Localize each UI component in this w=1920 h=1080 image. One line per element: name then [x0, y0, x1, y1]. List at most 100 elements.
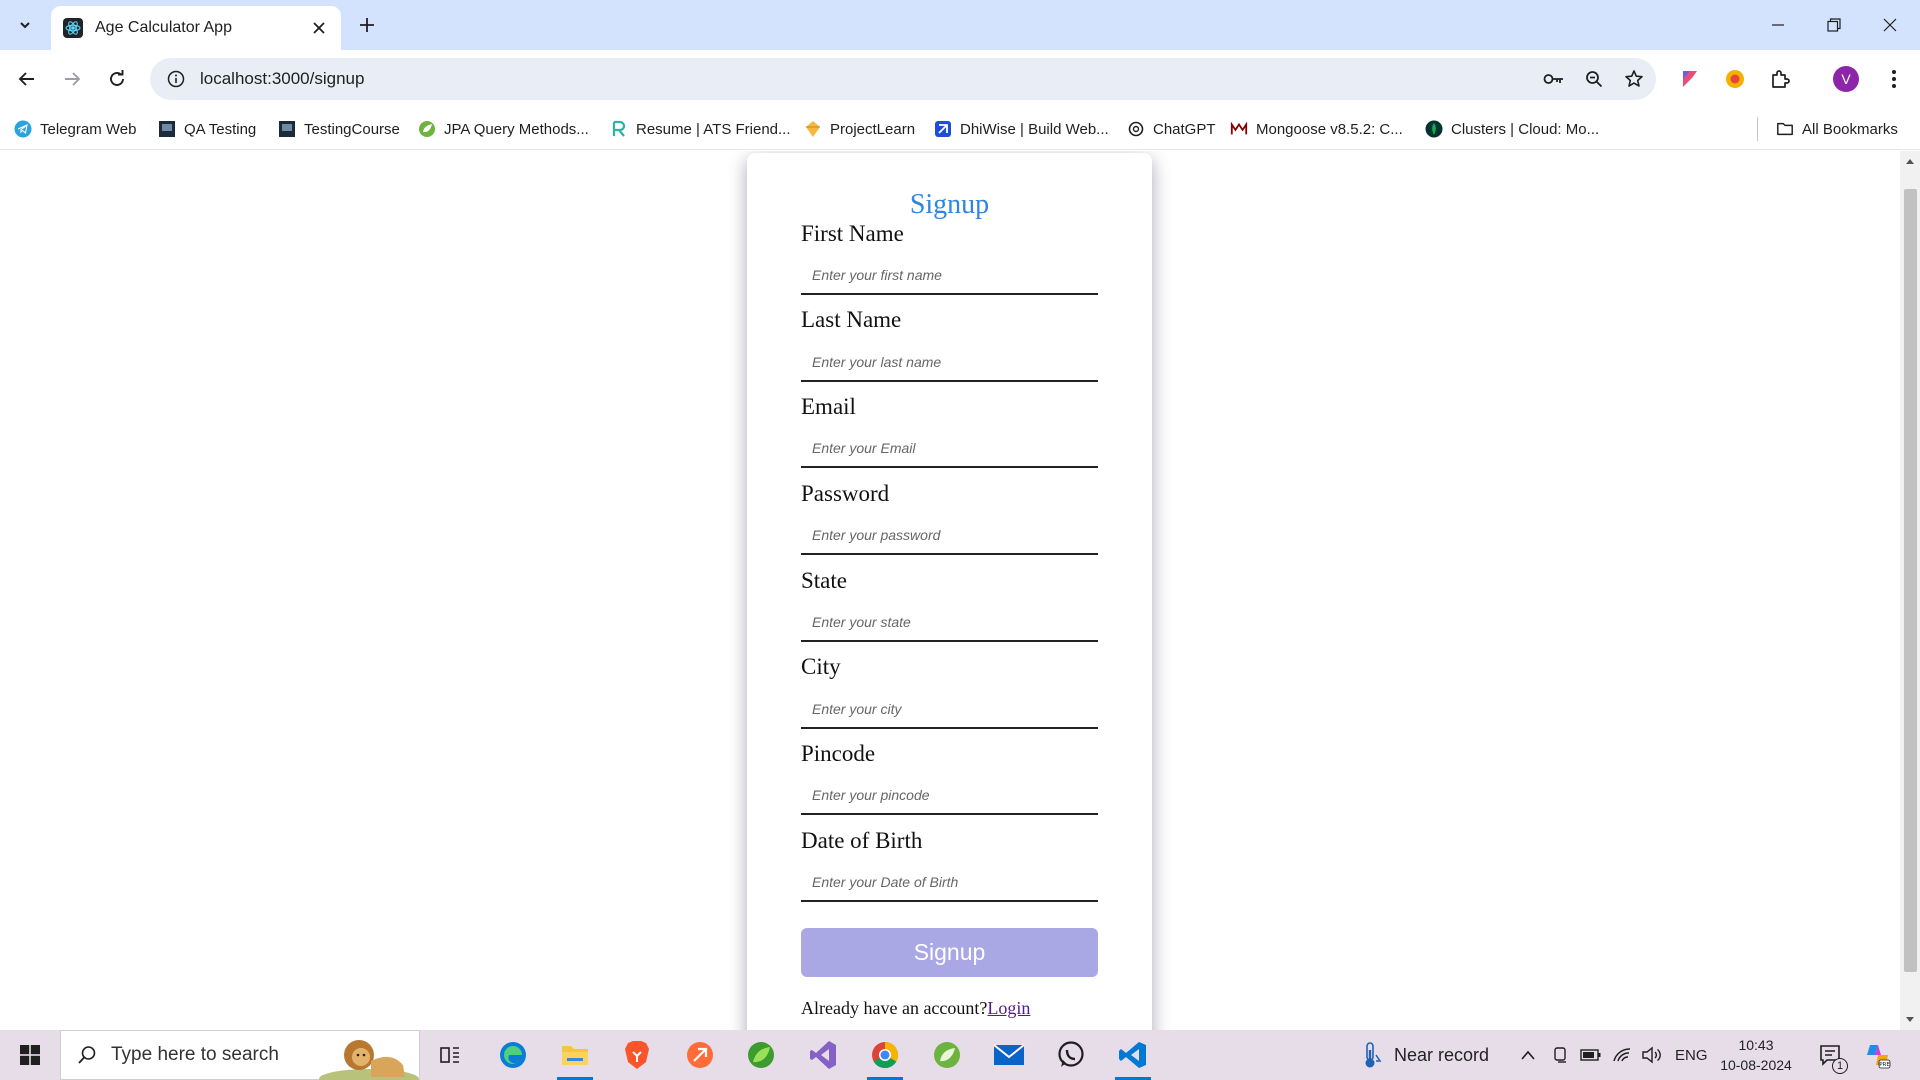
svg-text:PRE: PRE [1879, 1062, 1890, 1068]
last-name-input[interactable] [801, 344, 1098, 382]
bookmarks-bar: Telegram Web QA Testing TestingCourse JP… [0, 108, 1920, 150]
system-clock[interactable]: 10:43 10-08-2024 [1706, 1035, 1806, 1075]
password-label: Password [801, 481, 890, 506]
taskbar-brave[interactable] [607, 1030, 667, 1080]
minimize-button[interactable] [1750, 0, 1806, 50]
bookmark-clusters[interactable]: Clusters | Cloud: Mo... [1425, 114, 1599, 144]
start-button[interactable] [0, 1030, 60, 1080]
close-icon [1883, 18, 1897, 32]
bookmark-resume[interactable]: Resume | ATS Friend... [610, 114, 791, 144]
taskbar-chrome[interactable] [855, 1030, 915, 1080]
dhiwise-icon [934, 120, 952, 138]
bookmark-dhiwise[interactable]: DhiWise | Build Web... [934, 114, 1109, 144]
extension-flag-icon[interactable] [1672, 61, 1708, 97]
clock-date: 10-08-2024 [1720, 1057, 1792, 1073]
tab-strip: Age Calculator App [0, 0, 1920, 50]
taskbar-search[interactable]: Type here to search [60, 1030, 420, 1080]
back-button[interactable] [9, 61, 45, 97]
scroll-down-arrow[interactable] [1900, 1010, 1920, 1030]
url-text[interactable]: localhost:3000/signup [200, 69, 1536, 89]
telegram-icon [14, 120, 32, 138]
meet-icon-button[interactable] [1552, 1030, 1570, 1080]
scroll-up-arrow[interactable] [1900, 151, 1920, 171]
scrollbar-thumb[interactable] [1904, 189, 1917, 972]
bookmark-mongoose[interactable]: Mongoose v8.5.2: C... [1230, 114, 1403, 144]
taskbar-file-explorer[interactable] [545, 1030, 605, 1080]
taskbar-leaf-app[interactable] [731, 1030, 791, 1080]
restore-icon [1827, 18, 1841, 32]
folder-icon [562, 1046, 588, 1065]
more-vertical-icon [1892, 70, 1896, 88]
network-button[interactable] [1612, 1030, 1632, 1080]
email-input[interactable] [801, 430, 1098, 468]
all-bookmarks-label: All Bookmarks [1802, 120, 1898, 138]
state-label: State [801, 568, 847, 593]
taskbar-edge[interactable] [483, 1030, 543, 1080]
browser-menu-button[interactable] [1876, 61, 1912, 97]
password-key-icon[interactable] [1536, 61, 1572, 97]
state-input[interactable] [801, 604, 1098, 642]
all-bookmarks-button[interactable]: All Bookmarks [1776, 114, 1898, 144]
task-view-button[interactable] [420, 1030, 480, 1080]
pincode-input[interactable] [801, 777, 1098, 815]
bookmark-projectlearn[interactable]: ProjectLearn [804, 114, 915, 144]
volume-button[interactable] [1641, 1030, 1663, 1080]
tab-active[interactable]: Age Calculator App [51, 6, 341, 50]
address-bar[interactable]: localhost:3000/signup [150, 58, 1656, 100]
reload-button[interactable] [99, 61, 135, 97]
extensions-puzzle-icon[interactable] [1762, 61, 1798, 97]
city-input[interactable] [801, 691, 1098, 729]
restore-button[interactable] [1806, 0, 1862, 50]
mongoose-icon [1230, 120, 1248, 138]
battery-button[interactable] [1580, 1030, 1602, 1080]
taskbar-visual-studio[interactable] [793, 1030, 853, 1080]
copilot-button[interactable]: PRE [1864, 1030, 1892, 1080]
weather-widget[interactable]: Near record [1358, 1030, 1489, 1080]
bookmark-label: ChatGPT [1153, 120, 1216, 138]
taskbar-spring-tool[interactable] [917, 1030, 977, 1080]
bookmark-label: Clusters | Cloud: Mo... [1451, 120, 1600, 138]
bookmark-qa-testing[interactable]: QA Testing [158, 114, 256, 144]
mongodb-icon [1425, 120, 1443, 138]
email-label: Email [801, 394, 856, 419]
search-icon [78, 1046, 96, 1064]
new-tab-button[interactable] [353, 11, 381, 39]
zoom-icon[interactable] [1576, 61, 1612, 97]
signup-button[interactable]: Signup [801, 928, 1098, 977]
windows-logo-icon [20, 1045, 40, 1065]
bookmark-telegram[interactable]: Telegram Web [14, 114, 136, 144]
show-hidden-icons-button[interactable] [1520, 1030, 1536, 1080]
spring-icon [934, 1042, 960, 1068]
bookmark-jpa-query[interactable]: JPA Query Methods... [418, 114, 589, 144]
notification-center-button[interactable]: 1 [1818, 1030, 1848, 1080]
taskbar-whatsapp[interactable] [1041, 1030, 1101, 1080]
bookmark-star-icon[interactable] [1616, 61, 1652, 97]
first-name-input[interactable] [801, 257, 1098, 295]
taskbar-postman[interactable] [670, 1030, 730, 1080]
extension-orange-icon[interactable] [1717, 61, 1753, 97]
chatgpt-icon [1127, 120, 1145, 138]
taskbar-vscode[interactable] [1103, 1030, 1163, 1080]
last-name-label: Last Name [801, 307, 902, 332]
bookmark-testingcourse[interactable]: TestingCourse [278, 114, 400, 144]
tab-search-dropdown-button[interactable] [10, 10, 40, 40]
password-input[interactable] [801, 517, 1098, 555]
tab-title: Age Calculator App [95, 19, 232, 36]
taskbar-mail[interactable] [979, 1030, 1039, 1080]
bookmark-favicon [278, 120, 296, 138]
profile-avatar[interactable]: V [1828, 61, 1864, 97]
thermometer-icon [1365, 1042, 1382, 1068]
spring-icon [418, 120, 436, 138]
bookmark-chatgpt[interactable]: ChatGPT [1127, 114, 1216, 144]
close-tab-icon[interactable] [307, 16, 331, 40]
volume-icon [1642, 1046, 1661, 1064]
language-indicator[interactable]: ENG [1675, 1030, 1708, 1080]
login-link[interactable]: Login [987, 998, 1030, 1018]
page-scrollbar[interactable] [1900, 151, 1920, 1030]
close-window-button[interactable] [1862, 0, 1918, 50]
dob-input[interactable] [801, 864, 1098, 902]
forward-button[interactable] [54, 61, 90, 97]
site-info-icon[interactable] [164, 67, 188, 91]
arrow-right-icon [65, 72, 81, 86]
profile-initial: V [1833, 66, 1859, 92]
